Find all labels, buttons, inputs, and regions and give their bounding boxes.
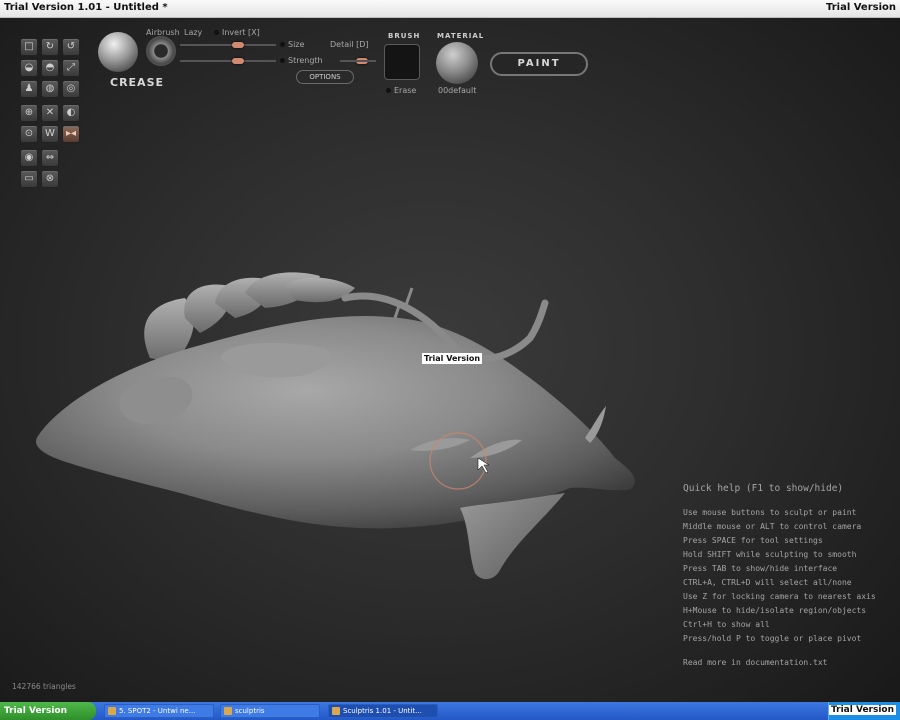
- mask-tool-button[interactable]: ✕: [41, 104, 59, 122]
- start-button[interactable]: Trial Version: [0, 702, 96, 720]
- help-line: Middle mouse or ALT to control camera: [683, 522, 862, 531]
- taskbar-item-label: sculptris: [235, 707, 265, 715]
- lazy-label[interactable]: Lazy: [184, 28, 202, 37]
- help-line: Press/hold P to toggle or place pivot: [683, 634, 862, 643]
- help-line: CTRL+A, CTRL+D will select all/none: [683, 578, 852, 587]
- inflate-tool-button[interactable]: ◓: [41, 59, 59, 77]
- tool-row: ⊙ W ▸◂: [20, 125, 86, 143]
- material-section-label: MATERIAL: [437, 32, 485, 40]
- strength-slider-knob[interactable]: [231, 58, 244, 64]
- symmetry-tool-button[interactable]: ⊕: [20, 104, 38, 122]
- size-dot-icon: [280, 42, 285, 47]
- erase-toggle[interactable]: Erase: [386, 86, 416, 95]
- taskbar-item[interactable]: 5. SPOT2 - Untwi ne...: [104, 704, 214, 718]
- taskbar: Trial Version 5. SPOT2 - Untwi ne... scu…: [0, 702, 900, 720]
- help-line: Ctrl+H to show all: [683, 620, 770, 629]
- flatten-tool-button[interactable]: ◒: [20, 59, 38, 77]
- invert-label: Invert [X]: [222, 28, 260, 37]
- wireframe-tool-button[interactable]: W: [41, 125, 59, 143]
- tool-row: ◒ ◓ ⤢: [20, 59, 86, 77]
- folder-icon: [224, 707, 232, 715]
- target-tool-button[interactable]: ⊙: [20, 125, 38, 143]
- pinch-tool-button[interactable]: ♟: [20, 80, 38, 98]
- rotate-ccw-tool-button[interactable]: ↺: [62, 38, 80, 56]
- crease-tool-button[interactable]: ◎: [62, 80, 80, 98]
- detail-slider-track[interactable]: [340, 60, 376, 62]
- taskbar-item-label: 5. SPOT2 - Untwi ne...: [119, 707, 196, 715]
- invert-toggle[interactable]: Invert [X]: [214, 28, 260, 37]
- help-line: Use Z for locking camera to nearest axis: [683, 592, 876, 601]
- size-slider-knob[interactable]: [231, 42, 244, 48]
- brush-preview-icon[interactable]: [98, 32, 138, 72]
- titlebar-watermark: Trial Version: [825, 2, 896, 13]
- sculpt-viewport[interactable]: Trial Version □ ↻ ↺ ◒ ◓ ⤢ ♟ ◍ ◎ ⊕ ✕ ◐ ⊙ …: [0, 18, 900, 702]
- triangle-count: 142766 triangles: [12, 682, 76, 691]
- brush-name: CREASE: [110, 76, 165, 89]
- quick-help-panel: Quick help (F1 to show/hide) Use mouse b…: [683, 483, 893, 667]
- help-more-link: Read more in documentation.txt: [683, 658, 828, 667]
- grab-tool-button[interactable]: ⤢: [62, 59, 80, 77]
- size-slider-track[interactable]: [180, 44, 276, 46]
- paint-button[interactable]: PAINT: [490, 52, 588, 76]
- viewport-watermark: Trial Version: [422, 353, 483, 364]
- size-label: Size: [280, 40, 304, 49]
- help-line: Press TAB to show/hide interface: [683, 564, 838, 573]
- rotate-tool-button[interactable]: ↻: [41, 38, 59, 56]
- invert-dot-icon: [214, 30, 219, 35]
- help-line: Use mouse buttons to sculpt or paint: [683, 508, 857, 517]
- taskbar-item[interactable]: sculptris: [220, 704, 320, 718]
- taskbar-item-label: Sculptris 1.01 - Untit...: [343, 707, 422, 715]
- airbrush-label[interactable]: Airbrush: [146, 28, 180, 37]
- brush-color-swatch[interactable]: [384, 44, 420, 80]
- window-titlebar[interactable]: Trial Version 1.01 - Untitled * Trial Ve…: [0, 0, 900, 18]
- erase-label: Erase: [394, 86, 417, 95]
- smooth-tool-button[interactable]: ◍: [41, 80, 59, 98]
- strength-label: Strength: [280, 56, 323, 65]
- help-line: Hold SHIFT while sculpting to smooth: [683, 550, 857, 559]
- tool-row: ⊕ ✕ ◐: [20, 104, 86, 122]
- subdivide-tool-button[interactable]: ⊗: [41, 170, 59, 188]
- help-line: H+Mouse to hide/isolate region/objects: [683, 606, 867, 615]
- strength-dot-icon: [280, 58, 285, 63]
- strength-label-text: Strength: [288, 56, 323, 65]
- sphere-tool-button[interactable]: ◉: [20, 149, 38, 167]
- quick-help-title: Quick help (F1 to show/hide): [683, 483, 844, 494]
- tool-row: ♟ ◍ ◎: [20, 80, 86, 98]
- material-name: 00default: [438, 86, 477, 95]
- window-title: Trial Version 1.01 - Untitled *: [4, 2, 168, 13]
- options-button[interactable]: OPTIONS: [296, 70, 354, 84]
- folder-icon: [108, 707, 116, 715]
- system-tray: Trial Version: [828, 702, 900, 720]
- strength-slider-track[interactable]: [180, 60, 276, 62]
- tool-row: ▭ ⊗: [20, 170, 86, 188]
- material-preview[interactable]: [436, 42, 478, 84]
- detail-label[interactable]: Detail [D]: [330, 40, 369, 49]
- size-label-text: Size: [288, 40, 305, 49]
- tool-row: ◉ ⇔: [20, 149, 86, 167]
- mirror-tool-button[interactable]: ▸◂: [62, 125, 80, 143]
- brush-falloff-icon[interactable]: [146, 36, 176, 66]
- tray-watermark: Trial Version: [829, 705, 896, 715]
- plane-tool-button[interactable]: ▭: [20, 170, 38, 188]
- app-icon: [332, 707, 340, 715]
- tool-grid: □ ↻ ↺ ◒ ◓ ⤢ ♟ ◍ ◎ ⊕ ✕ ◐ ⊙ W ▸◂ ◉ ⇔ ▭ ⊗: [20, 38, 86, 191]
- tool-row: □ ↻ ↺: [20, 38, 86, 56]
- help-line: Press SPACE for tool settings: [683, 536, 823, 545]
- reduce-tool-button[interactable]: ◐: [62, 104, 80, 122]
- draw-tool-button[interactable]: □: [20, 38, 38, 56]
- brush-section-label: BRUSH: [388, 32, 421, 40]
- taskbar-item-active[interactable]: Sculptris 1.01 - Untit...: [328, 704, 438, 718]
- erase-dot-icon: [386, 88, 391, 93]
- swap-tool-button[interactable]: ⇔: [41, 149, 59, 167]
